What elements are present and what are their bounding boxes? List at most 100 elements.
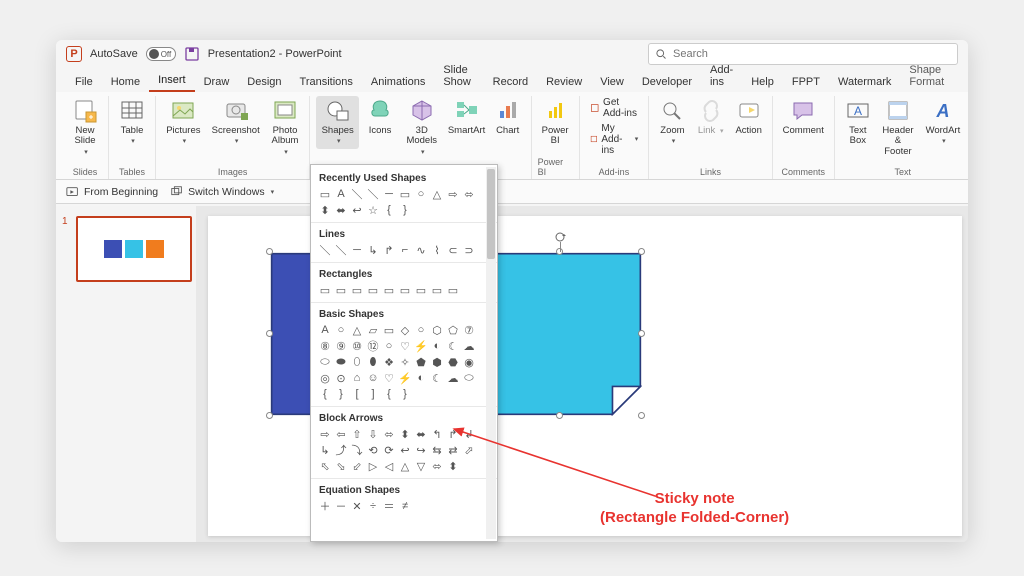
shape-option[interactable]: ⬯ (349, 354, 365, 370)
shape-option[interactable]: △ (397, 458, 413, 474)
shape-option[interactable]: ⇧ (349, 426, 365, 442)
shape-option[interactable]: ⬌ (333, 202, 349, 218)
shape-option[interactable]: ◉ (461, 354, 477, 370)
shape-option[interactable]: ◎ (317, 370, 333, 386)
shape-option[interactable]: ▭ (381, 282, 397, 298)
shape-option[interactable]: ○ (381, 338, 397, 354)
selection-handle[interactable] (638, 412, 645, 419)
shape-option[interactable]: ⑫ (365, 338, 381, 354)
shape-option[interactable]: ∿ (413, 242, 429, 258)
wordart-button[interactable]: AWordArt ▾ (921, 96, 965, 149)
shape-option[interactable]: ⬠ (445, 322, 461, 338)
shape-option[interactable]: ⊂ (445, 242, 461, 258)
shape-option[interactable]: ○ (413, 322, 429, 338)
shape-option[interactable]: ❖ (381, 354, 397, 370)
shape-option[interactable]: } (333, 386, 349, 402)
shape-option[interactable]: ⬍ (317, 202, 333, 218)
shape-option[interactable]: ─ (349, 242, 365, 258)
tab-record[interactable]: Record (484, 72, 537, 92)
shape-option[interactable]: ⇆ (429, 442, 445, 458)
autosave-toggle[interactable]: Off (146, 47, 176, 61)
zoom-button[interactable]: Zoom ▾ (655, 96, 689, 149)
shapes-button[interactable]: Shapes ▾ (316, 96, 359, 149)
shape-option[interactable]: ⬬ (333, 354, 349, 370)
shape-option[interactable]: ↳ (317, 442, 333, 458)
shape-option[interactable]: ⇦ (333, 426, 349, 442)
icons-button[interactable]: Icons (363, 96, 397, 138)
tab-slide-show[interactable]: Slide Show (434, 60, 483, 92)
shape-option[interactable]: ＼ (365, 186, 381, 202)
slide-thumbnail-1[interactable] (76, 216, 192, 282)
shape-option[interactable]: ⚡ (397, 370, 413, 386)
text-box-button[interactable]: ATextBox (841, 96, 875, 149)
tab-insert[interactable]: Insert (149, 70, 195, 92)
shape-option[interactable]: ♡ (381, 370, 397, 386)
thumbnail-pane[interactable]: 1 (56, 206, 196, 542)
shape-option[interactable]: ◁ (381, 458, 397, 474)
shape-option[interactable]: ◇ (397, 322, 413, 338)
selection-handle[interactable] (638, 248, 645, 255)
shape-option[interactable]: { (381, 202, 397, 218)
shape-option[interactable]: ↲ (461, 426, 477, 442)
tab-home[interactable]: Home (102, 72, 149, 92)
tab-help[interactable]: Help (742, 72, 783, 92)
selection-handle[interactable] (266, 248, 273, 255)
photo-album-button[interactable]: PhotoAlbum ▾ (267, 96, 304, 159)
shape-option[interactable]: ♡ (397, 338, 413, 354)
tab-watermark[interactable]: Watermark (829, 72, 900, 92)
shape-option[interactable]: ⬮ (365, 354, 381, 370)
shape-option[interactable]: ＋ (317, 498, 333, 514)
shape-option[interactable]: ⑩ (349, 338, 365, 354)
shape-option[interactable]: ↰ (429, 426, 445, 442)
shape-option[interactable]: ▽ (413, 458, 429, 474)
shape-option[interactable]: ▭ (445, 282, 461, 298)
save-icon[interactable] (184, 46, 200, 62)
shape-option[interactable]: { (381, 386, 397, 402)
shape-option[interactable]: ⬄ (381, 426, 397, 442)
action-button[interactable]: Action (732, 96, 766, 138)
shape-option[interactable]: A (317, 322, 333, 338)
shape-option[interactable]: ⬣ (445, 354, 461, 370)
shape-option[interactable]: ⬭ (317, 354, 333, 370)
shape-option[interactable]: ▭ (317, 282, 333, 298)
scrollbar-thumb[interactable] (487, 169, 495, 259)
tab-review[interactable]: Review (537, 72, 591, 92)
shape-option[interactable]: ⬌ (413, 426, 429, 442)
shape-option[interactable]: ⌇ (429, 242, 445, 258)
tab-add-ins[interactable]: Add-ins (701, 60, 742, 92)
shape-option[interactable]: ⌐ (397, 242, 413, 258)
shape-option[interactable]: ⬍ (445, 458, 461, 474)
shape-option[interactable]: △ (349, 322, 365, 338)
shape-option[interactable]: ⬁ (317, 458, 333, 474)
rotation-handle[interactable] (554, 230, 566, 242)
from-beginning-button[interactable]: From Beginning (66, 185, 158, 199)
shape-option[interactable]: ⊙ (333, 370, 349, 386)
shape-option[interactable]: ⬍ (397, 426, 413, 442)
shape-option[interactable]: ✧ (397, 354, 413, 370)
shape-option[interactable]: ⬢ (429, 354, 445, 370)
selection-handle[interactable] (638, 330, 645, 337)
shape-option[interactable]: ▭ (349, 282, 365, 298)
shape-option[interactable]: } (397, 202, 413, 218)
selection-handle[interactable] (266, 412, 273, 419)
new-slide-button[interactable]: NewSlide ▾ (68, 96, 102, 159)
3d-models-button[interactable]: 3DModels ▾ (401, 96, 442, 159)
selection-handle[interactable] (556, 412, 563, 419)
shape-option[interactable]: ▭ (365, 282, 381, 298)
smartart-button[interactable]: SmartArt (446, 96, 486, 138)
shape-option[interactable]: ＝ (381, 498, 397, 514)
shape-option[interactable]: ÷ (365, 498, 381, 514)
tab-view[interactable]: View (591, 72, 633, 92)
shape-option[interactable]: ⬃ (349, 458, 365, 474)
scrollbar[interactable] (486, 167, 496, 539)
shape-option[interactable]: － (333, 498, 349, 514)
shape-option[interactable]: ⬄ (429, 458, 445, 474)
shape-option[interactable]: ▭ (381, 322, 397, 338)
shape-option[interactable]: ▭ (429, 282, 445, 298)
shape-option[interactable]: ⬄ (461, 186, 477, 202)
shape-option[interactable]: ＼ (317, 242, 333, 258)
tab-file[interactable]: File (66, 72, 102, 92)
screenshot-button[interactable]: Screenshot ▾ (209, 96, 263, 149)
shape-option[interactable]: ⑦ (461, 322, 477, 338)
shape-option[interactable]: ⊃ (461, 242, 477, 258)
